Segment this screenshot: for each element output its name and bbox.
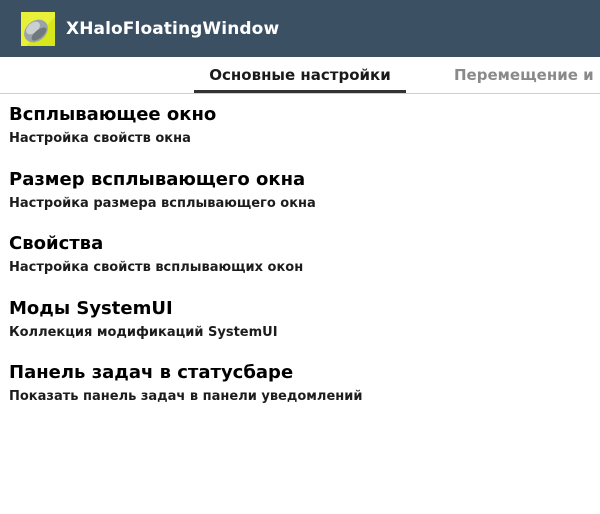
pref-properties[interactable]: Свойства Настройка свойств всплывающих о… (0, 223, 600, 288)
tab-main-settings[interactable]: Основные настройки (194, 57, 406, 93)
tab-movement-label: Перемещение и и (454, 66, 600, 84)
preferences-list: Всплывающее окно Настройка свойств окна … (0, 94, 600, 417)
pref-statusbar-taskbar[interactable]: Панель задач в статусбаре Показать панел… (0, 352, 600, 417)
pref-systemui-mods[interactable]: Моды SystemUI Коллекция модификаций Syst… (0, 288, 600, 353)
pref-title: Свойства (9, 233, 104, 254)
app-logo-icon[interactable] (18, 9, 58, 49)
app-title: XHaloFloatingWindow (66, 18, 280, 39)
tab-selected-indicator (194, 90, 406, 93)
pref-summary: Коллекция модификаций SystemUI (9, 324, 278, 340)
pref-summary: Настройка размера всплывающего окна (9, 195, 316, 211)
pref-summary: Настройка свойств окна (9, 131, 191, 146)
tab-bar: Основные настройки Перемещение и и (0, 57, 600, 94)
pref-popup-size[interactable]: Размер всплывающего окна Настройка разме… (0, 159, 600, 224)
pref-summary: Настройка свойств всплывающих окон (9, 260, 304, 275)
tab-main-settings-label: Основные настройки (209, 66, 391, 84)
pref-title: Всплывающее окно (9, 104, 217, 125)
action-bar: XHaloFloatingWindow (0, 0, 600, 57)
pref-title: Панель задач в статусбаре (9, 362, 294, 383)
pref-title: Размер всплывающего окна (9, 168, 306, 190)
pref-popup-window[interactable]: Всплывающее окно Настройка свойств окна (0, 94, 600, 159)
pref-summary: Показать панель задач в панели уведомлен… (9, 389, 363, 404)
pref-title: Моды SystemUI (9, 297, 173, 319)
tab-movement[interactable]: Перемещение и и (454, 57, 600, 93)
